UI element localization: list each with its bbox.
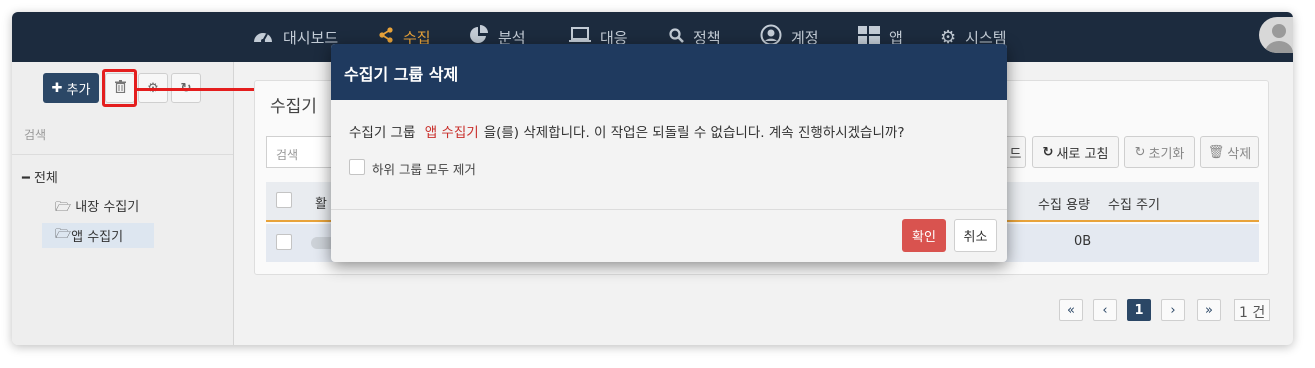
delete-group-dialog: 수집기 그룹 삭제 수집기 그룹 앱 수집기 을(를) 삭제합니다. 이 작업은 … bbox=[331, 44, 1007, 262]
plus-icon: ✚ bbox=[51, 80, 63, 96]
refresh-icon: ↻ bbox=[1042, 144, 1054, 160]
refresh-button[interactable]: ↻ 새로 고침 bbox=[1032, 136, 1119, 168]
dialog-footer-divider bbox=[331, 209, 1007, 210]
pager-current[interactable]: 1 bbox=[1127, 299, 1151, 321]
avatar[interactable] bbox=[1259, 17, 1293, 53]
nav-dashboard[interactable]: 대시보드 bbox=[252, 12, 338, 62]
page-title: 수집기 bbox=[270, 97, 317, 117]
dashboard-icon bbox=[252, 26, 274, 48]
refresh-label: 새로 고침 bbox=[1056, 146, 1109, 162]
highlight-box bbox=[102, 69, 137, 107]
column-interval[interactable]: 수집 주기 bbox=[1108, 194, 1160, 213]
delete-button[interactable]: 🗑 삭제 bbox=[1200, 136, 1259, 168]
cancel-button[interactable]: 취소 bbox=[954, 219, 997, 252]
trash-icon: 🗑 bbox=[1207, 144, 1225, 160]
add-label: 추가 bbox=[66, 82, 91, 98]
reset-button[interactable]: ↻ 초기화 bbox=[1124, 136, 1195, 168]
folder-open-icon: 🗁 bbox=[55, 200, 72, 215]
reset-label: 초기화 bbox=[1148, 146, 1185, 162]
dialog-title: 수집기 그룹 삭제 bbox=[331, 44, 1007, 100]
toolbar-partial-button[interactable]: 드 bbox=[1006, 136, 1026, 168]
folder-open-icon: 🗁 bbox=[55, 226, 72, 242]
tree-root-label: 전체 bbox=[33, 171, 58, 186]
remove-subgroups-label: 하위 그룹 모두 제거 bbox=[372, 162, 476, 177]
column-capacity[interactable]: 수집 용량 bbox=[1038, 194, 1090, 213]
pager-prev[interactable]: ‹ bbox=[1093, 299, 1117, 321]
tree-root[interactable]: ━ 전체 bbox=[22, 167, 58, 186]
tree-item-label: 앱 수집기 bbox=[71, 230, 124, 245]
total-count: 1 건 bbox=[1234, 299, 1271, 321]
tree-item-builtin[interactable]: 🗁 내장 수집기 bbox=[55, 196, 139, 220]
add-button[interactable]: ✚ 추가 bbox=[43, 73, 99, 103]
nav-label: 대시보드 bbox=[283, 28, 339, 47]
row-capacity: 0B bbox=[1074, 234, 1092, 249]
sidebar-search-input[interactable]: 검색 bbox=[24, 126, 46, 143]
pager-first[interactable]: « bbox=[1059, 299, 1083, 321]
divider bbox=[12, 154, 233, 155]
dialog-message: 수집기 그룹 앱 수집기 을(를) 삭제합니다. 이 작업은 되돌릴 수 없습니다… bbox=[349, 121, 904, 141]
column-active[interactable]: 활 bbox=[315, 193, 327, 212]
delete-label: 삭제 bbox=[1227, 146, 1252, 162]
message-suffix: 을(를) 삭제합니다. 이 작업은 되돌릴 수 없습니다. 계속 진행하시겠습니… bbox=[483, 125, 905, 141]
pager-next[interactable]: › bbox=[1161, 299, 1185, 321]
message-prefix: 수집기 그룹 bbox=[349, 125, 416, 141]
reset-icon: ↻ bbox=[1134, 144, 1146, 160]
minus-icon: ━ bbox=[22, 171, 30, 186]
select-all-checkbox[interactable] bbox=[276, 192, 292, 208]
group-name: 앱 수집기 bbox=[424, 125, 479, 141]
remove-subgroups-checkbox[interactable] bbox=[349, 159, 365, 175]
tree-item-app[interactable]: 🗁 앱 수집기 bbox=[42, 223, 154, 248]
tree-item-label: 내장 수집기 bbox=[75, 200, 140, 215]
row-checkbox[interactable] bbox=[276, 234, 292, 250]
confirm-button[interactable]: 확인 bbox=[902, 219, 946, 252]
pager-last[interactable]: » bbox=[1197, 299, 1221, 321]
app-window: 대시보드 수집 분석 대응 정책 계정 앱 ⚙ 시스템 ✚ 추가 검색 ━ 전체… bbox=[12, 12, 1293, 345]
